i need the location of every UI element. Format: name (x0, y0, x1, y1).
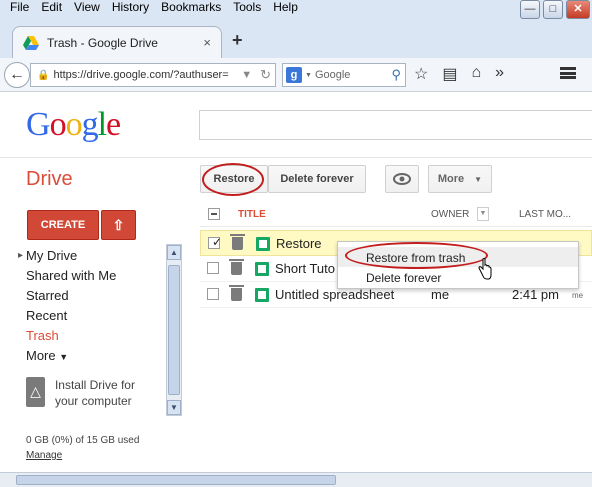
menu-edit[interactable]: Edit (35, 0, 68, 14)
search-icon[interactable]: ⚲ (391, 67, 401, 83)
drive-title[interactable]: Drive (26, 168, 73, 191)
home-icon[interactable]: ⌂ (471, 64, 481, 84)
google-header: Google (0, 92, 592, 158)
sidebar-item-shared-with-me[interactable]: Shared with Me (18, 267, 178, 287)
trash-icon (230, 234, 245, 250)
star-icon[interactable]: ☆ (414, 64, 428, 84)
file-owner: me (431, 287, 450, 302)
delete-forever-button[interactable]: Delete forever (268, 165, 366, 193)
restore-from-trash-highlight-ring (345, 242, 488, 269)
create-button[interactable]: CREATE (27, 210, 99, 240)
eye-icon (393, 173, 411, 185)
hand-cursor-icon (478, 258, 492, 280)
window-controls: — □ ✕ (520, 0, 590, 19)
manage-storage-link[interactable]: Manage (26, 450, 62, 461)
select-all-checkbox[interactable] (208, 208, 220, 220)
sidebar-more-label: More (26, 348, 56, 363)
tab-strip: Trash - Google Drive × + (0, 22, 592, 58)
google-search-engine-icon[interactable]: g (286, 67, 302, 83)
more-label: More (437, 173, 465, 185)
search-placeholder: Google (314, 69, 351, 81)
url-text: https://drive.google.com/?authuser= (53, 69, 229, 81)
chevron-down-icon: ▼ (474, 174, 483, 184)
storage-usage: 0 GB (0%) of 15 GB used (26, 435, 140, 446)
column-title[interactable]: TITLE (238, 209, 266, 220)
menubar: File Edit View History Bookmarks Tools H… (4, 0, 304, 14)
restore-highlight-ring (202, 163, 264, 196)
menu-help[interactable]: Help (267, 0, 304, 14)
column-last-modified[interactable]: LAST MO... (519, 209, 571, 220)
menu-icon[interactable] (560, 67, 576, 79)
window-titlebar: File Edit View History Bookmarks Tools H… (0, 0, 592, 22)
menu-item-delete-forever[interactable]: Delete forever (366, 271, 441, 285)
sidebar-item-my-drive[interactable]: My Drive (18, 247, 178, 267)
menu-history[interactable]: History (106, 0, 155, 14)
google-logo[interactable]: Google (26, 106, 121, 144)
trash-icon (229, 285, 244, 301)
file-name[interactable]: Short Tuto (275, 261, 335, 276)
scrollbar-thumb[interactable] (168, 265, 180, 395)
upload-button[interactable]: ⇧ (101, 210, 136, 240)
dropdown-arrow-icon[interactable]: ▼ (241, 69, 252, 81)
search-bar[interactable]: g ▼ Google ⚲ (282, 63, 406, 87)
bookmarks-list-icon[interactable]: ▤ (442, 64, 457, 84)
overflow-icon[interactable]: » (495, 64, 504, 84)
toolbar-icons: ☆ ▤ ⌂ » (414, 64, 504, 84)
drive-desktop-icon: △ (26, 377, 45, 407)
back-arrow-icon: ← (9, 66, 25, 83)
trash-icon (229, 259, 244, 275)
engine-dropdown-icon[interactable]: ▼ (305, 72, 312, 79)
column-owner[interactable]: OWNER (431, 209, 469, 220)
sidebar-item-trash[interactable]: Trash (18, 327, 178, 347)
back-button[interactable]: ← (4, 62, 30, 88)
file-last-modified: 2:41 pm (512, 287, 559, 302)
menu-view[interactable]: View (68, 0, 106, 14)
drive-search-input[interactable] (199, 110, 592, 140)
row-checkbox[interactable] (207, 288, 219, 300)
tab-trash-google-drive[interactable]: Trash - Google Drive × (12, 26, 222, 58)
minimize-button[interactable]: — (520, 0, 540, 19)
navigation-bar: ← 🔒 https://drive.google.com/?authuser= … (0, 58, 592, 92)
file-name[interactable]: Restore (276, 236, 322, 251)
sidebar-scrollbar[interactable]: ▲ ▼ (166, 244, 182, 416)
checkmark-icon: ✓ (212, 235, 223, 249)
upload-icon: ⇧ (112, 217, 125, 233)
spreadsheet-icon (256, 237, 270, 251)
menu-tools[interactable]: Tools (227, 0, 267, 14)
sidebar-item-recent[interactable]: Recent (18, 307, 178, 327)
row-checkbox[interactable]: ✓ (208, 235, 223, 249)
menu-bookmarks[interactable]: Bookmarks (155, 0, 227, 14)
minus-icon (211, 213, 217, 215)
reload-icon[interactable]: ↻ (260, 67, 271, 83)
sort-dropdown-icon[interactable]: ▼ (477, 207, 489, 221)
sidebar-item-starred[interactable]: Starred (18, 287, 178, 307)
menu-file[interactable]: File (4, 0, 35, 14)
horizontal-scrollbar[interactable] (0, 472, 592, 487)
install-drive-text: Install Drive for your computer (54, 378, 135, 408)
spreadsheet-icon (255, 262, 269, 276)
lock-icon: 🔒 (37, 69, 50, 81)
horizontal-scrollbar-thumb[interactable] (16, 475, 336, 485)
new-tab-button[interactable]: + (232, 30, 243, 51)
preview-button[interactable] (385, 165, 419, 193)
row-checkbox[interactable] (207, 262, 219, 274)
maximize-button[interactable]: □ (543, 0, 563, 19)
close-window-button[interactable]: ✕ (566, 0, 590, 19)
file-list-header: TITLE OWNER ▼ LAST MO... (200, 203, 592, 227)
tab-close-icon[interactable]: × (203, 35, 211, 50)
more-button[interactable]: More ▼ (428, 165, 492, 193)
chevron-down-icon: ▼ (59, 352, 69, 362)
sidebar-item-more[interactable]: More ▼ (18, 347, 178, 367)
file-modified-by: me (572, 291, 584, 300)
scroll-up-icon[interactable]: ▲ (167, 245, 181, 260)
spreadsheet-icon (255, 288, 269, 302)
install-drive-promo[interactable]: △ Install Drive for your computer (26, 377, 156, 409)
tab-title: Trash - Google Drive (47, 35, 158, 50)
sidebar-nav: My Drive Shared with Me Starred Recent T… (18, 247, 178, 367)
address-bar[interactable]: 🔒 https://drive.google.com/?authuser= ▼ … (30, 63, 276, 87)
scroll-down-icon[interactable]: ▼ (167, 400, 181, 415)
file-name[interactable]: Untitled spreadsheet (275, 287, 394, 302)
drive-favicon-icon (23, 35, 39, 50)
